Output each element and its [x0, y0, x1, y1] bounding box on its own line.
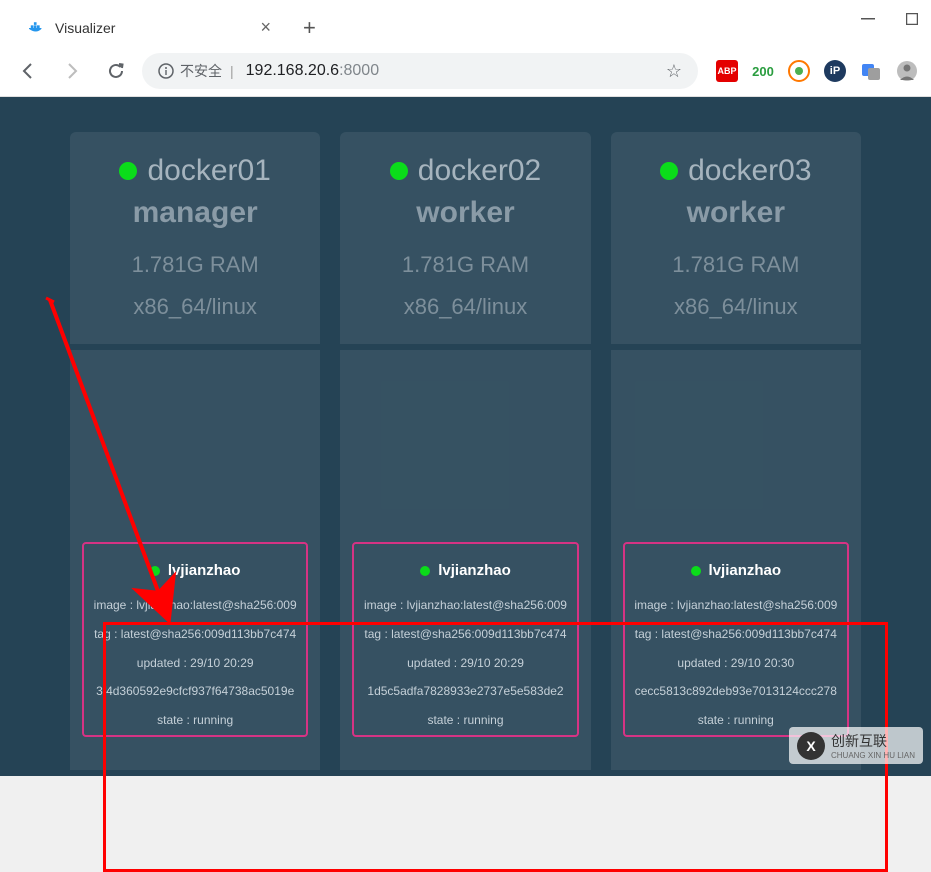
node-role: worker — [623, 196, 849, 230]
url-text: 192.168.20.6:8000 — [246, 62, 379, 80]
container-card[interactable]: lvjianzhao image : lvjianzhao:latest@sha… — [82, 542, 308, 737]
tab-close-icon[interactable]: × — [260, 17, 271, 38]
status-dot-icon — [660, 162, 678, 180]
status-dot-icon — [390, 162, 408, 180]
address-bar[interactable]: 不安全 | 192.168.20.6:8000 ☆ — [142, 53, 698, 89]
node-role: worker — [352, 196, 578, 230]
container-id: 1d5c5adfa7828933e2737e5e583de2 — [362, 677, 568, 706]
tab-title: Visualizer — [55, 20, 250, 36]
browser-chrome: Visualizer × + 不安全 | 192.168.20.6:8000 ☆ — [0, 0, 931, 97]
container-state: state : running — [92, 706, 298, 735]
address-row: 不安全 | 192.168.20.6:8000 ☆ ABP 200 iP — [0, 45, 931, 97]
container-state: state : running — [362, 706, 568, 735]
avast-extension-icon[interactable] — [788, 60, 810, 82]
abp-extension-icon[interactable]: ABP — [716, 60, 738, 82]
container-id: cecc5813c892deb93e7013124ccc278 — [633, 677, 839, 706]
container-card[interactable]: lvjianzhao image : lvjianzhao:latest@sha… — [352, 542, 578, 737]
profile-icon[interactable] — [896, 60, 918, 82]
node-ram: 1.781G RAM — [82, 244, 308, 286]
container-name: lvjianzhao — [438, 562, 511, 579]
node-name: docker02 — [418, 154, 541, 188]
nodes-row: docker01 manager 1.781G RAM x86_64/linux… — [70, 132, 861, 770]
container-image: image : lvjianzhao:latest@sha256:009 — [362, 591, 568, 620]
info-icon — [158, 63, 174, 79]
node-body: lvjianzhao image : lvjianzhao:latest@sha… — [70, 350, 320, 770]
status-dot-icon — [150, 566, 160, 576]
node-arch: x86_64/linux — [82, 286, 308, 328]
node-column-docker01: docker01 manager 1.781G RAM x86_64/linux… — [70, 132, 320, 770]
reload-button[interactable] — [98, 53, 134, 89]
visualizer-content: docker01 manager 1.781G RAM x86_64/linux… — [0, 97, 931, 776]
node-header: docker02 worker 1.781G RAM x86_64/linux — [340, 132, 590, 344]
counter-extension[interactable]: 200 — [752, 60, 774, 82]
watermark-subtext: CHUANG XIN HU LIAN — [831, 751, 915, 760]
extensions-area: ABP 200 iP — [716, 60, 918, 82]
node-body: lvjianzhao image : lvjianzhao:latest@sha… — [611, 350, 861, 770]
status-dot-icon — [119, 162, 137, 180]
forward-button[interactable] — [54, 53, 90, 89]
container-tag: tag : latest@sha256:009d113bb7c474 — [92, 620, 298, 649]
ip-extension-icon[interactable]: iP — [824, 60, 846, 82]
container-updated: updated : 29/10 20:29 — [92, 649, 298, 678]
minimize-button[interactable] — [861, 12, 875, 26]
new-tab-button[interactable]: + — [303, 15, 316, 41]
node-body: lvjianzhao image : lvjianzhao:latest@sha… — [340, 350, 590, 770]
container-card[interactable]: lvjianzhao image : lvjianzhao:latest@sha… — [623, 542, 849, 737]
container-updated: updated : 29/10 20:30 — [633, 649, 839, 678]
tab-visualizer[interactable]: Visualizer × — [15, 9, 285, 47]
docker-favicon-icon — [29, 20, 45, 36]
container-tag: tag : latest@sha256:009d113bb7c474 — [633, 620, 839, 649]
node-column-docker03: docker03 worker 1.781G RAM x86_64/linux … — [611, 132, 861, 770]
tabs-row: Visualizer × + — [0, 0, 931, 45]
watermark-icon: X — [797, 732, 825, 760]
container-image: image : lvjianzhao:latest@sha256:009 — [92, 591, 298, 620]
node-ram: 1.781G RAM — [352, 244, 578, 286]
container-name: lvjianzhao — [709, 562, 782, 579]
watermark-text: 创新互联 — [831, 733, 887, 749]
translate-extension-icon[interactable] — [860, 60, 882, 82]
maximize-button[interactable] — [905, 12, 919, 26]
bookmark-star-icon[interactable]: ☆ — [666, 61, 682, 82]
container-updated: updated : 29/10 20:29 — [362, 649, 568, 678]
node-arch: x86_64/linux — [352, 286, 578, 328]
window-controls — [861, 12, 919, 26]
status-dot-icon — [691, 566, 701, 576]
node-ram: 1.781G RAM — [623, 244, 849, 286]
not-secure-label: 不安全 — [180, 61, 222, 81]
container-name: lvjianzhao — [168, 562, 241, 579]
watermark: X 创新互联 CHUANG XIN HU LIAN — [789, 727, 923, 764]
node-name: docker03 — [688, 154, 811, 188]
security-indicator[interactable]: 不安全 | — [158, 61, 236, 81]
container-image: image : lvjianzhao:latest@sha256:009 — [633, 591, 839, 620]
node-name: docker01 — [147, 154, 270, 188]
node-header: docker01 manager 1.781G RAM x86_64/linux — [70, 132, 320, 344]
back-button[interactable] — [10, 53, 46, 89]
container-tag: tag : latest@sha256:009d113bb7c474 — [362, 620, 568, 649]
node-arch: x86_64/linux — [623, 286, 849, 328]
node-role: manager — [82, 196, 308, 230]
node-header: docker03 worker 1.781G RAM x86_64/linux — [611, 132, 861, 344]
status-dot-icon — [420, 566, 430, 576]
node-column-docker02: docker02 worker 1.781G RAM x86_64/linux … — [340, 132, 590, 770]
container-id: 3f4d360592e9cfcf937f64738ac5019e — [92, 677, 298, 706]
